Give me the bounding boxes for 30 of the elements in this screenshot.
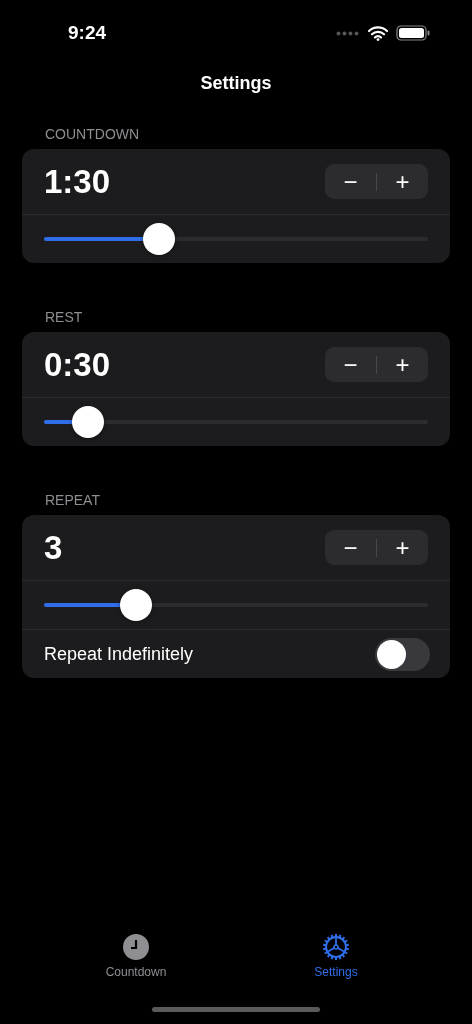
- section-label: REPEAT: [45, 492, 100, 508]
- section-label: REST: [45, 309, 83, 325]
- decrement-button[interactable]: −: [325, 530, 376, 565]
- increment-button[interactable]: +: [377, 347, 428, 382]
- tab-item[interactable]: Countdown: [76, 934, 196, 994]
- increment-button[interactable]: +: [377, 164, 428, 199]
- slider[interactable]: [44, 406, 428, 438]
- battery-icon: [396, 25, 430, 41]
- status-time: 9:24: [68, 22, 107, 44]
- home-indicator[interactable]: [152, 1006, 320, 1012]
- value-text: 3: [44, 528, 63, 567]
- slider-thumb[interactable]: [143, 223, 176, 255]
- wifi-icon: [368, 25, 388, 41]
- toggle-switch[interactable]: [375, 637, 430, 671]
- decrement-button[interactable]: −: [325, 164, 376, 199]
- tab-item[interactable]: Settings: [276, 934, 396, 994]
- settings-icon: [323, 934, 349, 960]
- value-text: 0:30: [44, 345, 111, 384]
- slider[interactable]: [44, 223, 428, 255]
- slider-thumb[interactable]: [120, 589, 153, 621]
- toggle-label: Repeat Indefinitely: [44, 643, 194, 665]
- signal-icon: [336, 30, 360, 36]
- slider[interactable]: [44, 589, 428, 621]
- decrement-button[interactable]: −: [325, 347, 376, 382]
- screen-title: Settings: [199, 73, 273, 95]
- value-text: 1:30: [44, 162, 111, 201]
- section-label: COUNTDOWN: [45, 126, 140, 142]
- slider-thumb[interactable]: [72, 406, 105, 438]
- increment-button[interactable]: +: [377, 530, 428, 565]
- clock-icon: [123, 934, 149, 960]
